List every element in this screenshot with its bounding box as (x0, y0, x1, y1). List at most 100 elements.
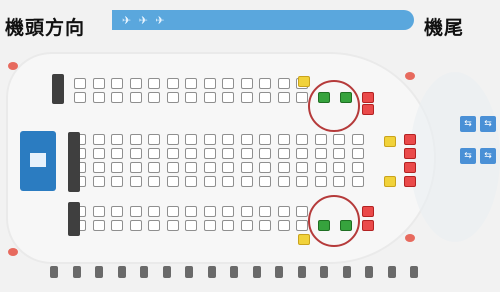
seat[interactable] (129, 220, 142, 231)
seat[interactable] (351, 176, 364, 187)
seat[interactable] (333, 162, 345, 173)
seat[interactable] (277, 220, 290, 231)
seat[interactable] (166, 176, 179, 187)
seat-unavailable[interactable] (404, 162, 416, 173)
seat[interactable] (185, 148, 197, 159)
seat[interactable] (222, 176, 234, 187)
seat[interactable] (277, 162, 290, 173)
seat[interactable] (296, 148, 308, 159)
seat[interactable] (333, 148, 345, 159)
seat[interactable] (92, 206, 105, 217)
seat[interactable] (240, 134, 253, 145)
seat[interactable] (222, 92, 234, 103)
seat[interactable] (333, 176, 345, 187)
seat[interactable] (185, 92, 197, 103)
seat[interactable] (222, 220, 234, 231)
seat[interactable] (203, 78, 216, 89)
seat[interactable] (296, 220, 308, 231)
seat[interactable] (92, 148, 105, 159)
seat[interactable] (148, 162, 160, 173)
seat-extra-legroom[interactable] (298, 234, 310, 245)
seat[interactable] (74, 92, 86, 103)
seat[interactable] (240, 220, 253, 231)
seat[interactable] (222, 148, 234, 159)
seat[interactable] (203, 206, 216, 217)
seat[interactable] (148, 220, 160, 231)
seat[interactable] (166, 220, 179, 231)
seat[interactable] (111, 92, 123, 103)
seat[interactable] (148, 176, 160, 187)
seat[interactable] (240, 176, 253, 187)
seat[interactable] (277, 206, 290, 217)
seat[interactable] (148, 148, 160, 159)
seat[interactable] (129, 134, 142, 145)
seat[interactable] (203, 220, 216, 231)
seat[interactable] (296, 134, 308, 145)
seat-unavailable[interactable] (404, 134, 416, 145)
seat[interactable] (185, 78, 197, 89)
seat-unavailable[interactable] (362, 220, 374, 231)
seat[interactable] (240, 148, 253, 159)
seat[interactable] (240, 78, 253, 89)
seat[interactable] (240, 206, 253, 217)
seat[interactable] (314, 134, 327, 145)
seat[interactable] (92, 78, 105, 89)
seat[interactable] (185, 162, 197, 173)
seat[interactable] (185, 134, 197, 145)
seat[interactable] (277, 148, 290, 159)
seat[interactable] (111, 220, 123, 231)
seat-unavailable[interactable] (404, 148, 416, 159)
seat-unavailable[interactable] (362, 104, 374, 115)
seat[interactable] (277, 176, 290, 187)
seat[interactable] (203, 176, 216, 187)
seat[interactable] (277, 78, 290, 89)
seat[interactable] (129, 92, 142, 103)
seat[interactable] (74, 78, 86, 89)
seat[interactable] (240, 162, 253, 173)
seat[interactable] (240, 92, 253, 103)
seat[interactable] (185, 206, 197, 217)
seat[interactable] (148, 206, 160, 217)
seat[interactable] (129, 162, 142, 173)
seat[interactable] (166, 162, 179, 173)
seat[interactable] (259, 92, 271, 103)
seat[interactable] (351, 134, 364, 145)
seat-unavailable[interactable] (362, 206, 374, 217)
seat[interactable] (111, 176, 123, 187)
seat[interactable] (185, 220, 197, 231)
seat[interactable] (222, 78, 234, 89)
seat[interactable] (259, 206, 271, 217)
seat[interactable] (351, 162, 364, 173)
seat[interactable] (222, 206, 234, 217)
seat-extra-legroom[interactable] (298, 76, 310, 87)
seat[interactable] (166, 78, 179, 89)
seat[interactable] (259, 148, 271, 159)
seat[interactable] (333, 134, 345, 145)
seat[interactable] (314, 176, 327, 187)
seat[interactable] (129, 206, 142, 217)
seat[interactable] (92, 220, 105, 231)
seat[interactable] (148, 78, 160, 89)
seat[interactable] (314, 162, 327, 173)
seat[interactable] (92, 134, 105, 145)
seat[interactable] (129, 176, 142, 187)
seat[interactable] (259, 134, 271, 145)
seat[interactable] (111, 78, 123, 89)
seat[interactable] (351, 148, 364, 159)
seat[interactable] (277, 134, 290, 145)
seat[interactable] (129, 148, 142, 159)
seat-extra-legroom[interactable] (384, 136, 396, 147)
seat[interactable] (314, 148, 327, 159)
seat[interactable] (111, 206, 123, 217)
seat[interactable] (111, 162, 123, 173)
seat[interactable] (259, 220, 271, 231)
seat[interactable] (296, 206, 308, 217)
seat[interactable] (296, 162, 308, 173)
seat[interactable] (129, 78, 142, 89)
seat[interactable] (222, 134, 234, 145)
seat[interactable] (185, 176, 197, 187)
seat[interactable] (203, 148, 216, 159)
seat[interactable] (166, 206, 179, 217)
seat[interactable] (296, 92, 308, 103)
seat[interactable] (148, 92, 160, 103)
